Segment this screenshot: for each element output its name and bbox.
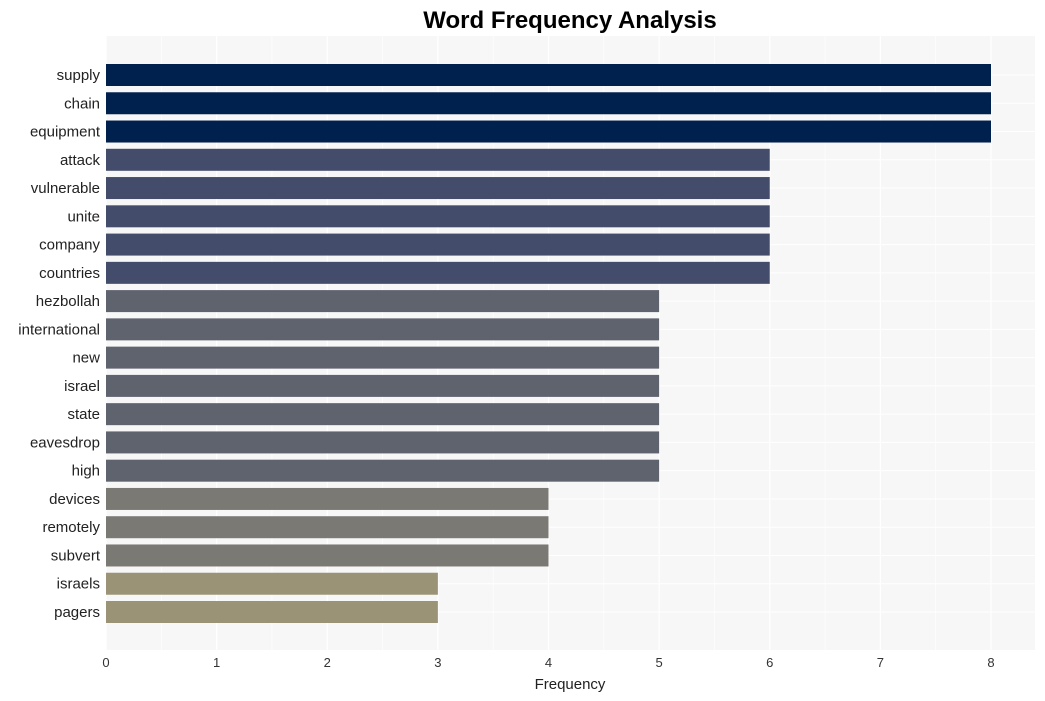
x-tick-labels: 0 1 2 3 4 5 6 7 8	[102, 655, 994, 670]
bar-supply	[106, 64, 991, 86]
bar-high	[106, 459, 660, 482]
x-tick-label: 1	[213, 655, 220, 670]
x-tick-label: 0	[102, 655, 109, 670]
bar-unite	[106, 205, 770, 228]
bar-new	[106, 346, 660, 369]
bar-countries	[106, 261, 770, 284]
x-tick-label: 8	[987, 655, 994, 670]
y-tick-label: company	[39, 237, 100, 254]
y-tick-label: state	[67, 406, 100, 423]
x-tick-label: 5	[656, 655, 663, 670]
bar-vulnerable	[106, 177, 770, 200]
y-tick-label: vulnerable	[31, 180, 100, 197]
bar-company	[106, 233, 770, 256]
x-tick-label: 2	[324, 655, 331, 670]
bar-hezbollah	[106, 290, 660, 313]
x-tick-label: 3	[434, 655, 441, 670]
bar-remotely	[106, 516, 549, 539]
y-tick-label: equipment	[30, 124, 101, 141]
bar-pagers	[106, 601, 438, 623]
y-tick-label: pagers	[54, 604, 100, 621]
bar-attack	[106, 148, 770, 171]
y-tick-label: hezbollah	[36, 293, 100, 310]
y-tick-label: subvert	[51, 547, 101, 564]
chart-title: Word Frequency Analysis	[423, 7, 716, 34]
bar-international	[106, 318, 660, 341]
y-tick-label: devices	[49, 491, 100, 508]
x-tick-label: 6	[766, 655, 773, 670]
x-tick-label: 7	[877, 655, 884, 670]
bar-israel	[106, 374, 660, 397]
y-tick-label: attack	[60, 152, 101, 169]
bar-israels	[106, 572, 438, 595]
bar-equipment	[106, 120, 991, 143]
bar-chain	[106, 92, 991, 115]
y-tick-label: israel	[64, 378, 100, 395]
y-tick-label: eavesdrop	[30, 434, 100, 451]
y-tick-label: unite	[67, 208, 100, 225]
x-tick-label: 4	[545, 655, 552, 670]
y-tick-label: high	[72, 463, 100, 480]
bar-devices	[106, 487, 549, 510]
x-axis-label: Frequency	[535, 676, 606, 693]
bar-eavesdrop	[106, 431, 660, 454]
y-tick-label: international	[18, 321, 100, 338]
y-tick-label: israels	[57, 576, 100, 593]
y-tick-label: supply	[57, 67, 101, 84]
y-tick-label: remotely	[42, 519, 100, 536]
y-tick-label: chain	[64, 95, 100, 112]
y-tick-label: countries	[39, 265, 100, 282]
bar-subvert	[106, 544, 549, 567]
bar-state	[106, 403, 660, 426]
bar-chart: supply chain equipment attack vulnerable unit…	[18, 7, 1035, 693]
y-tick-label: new	[72, 350, 100, 367]
y-tick-labels: supply chain equipment attack vulnerable unit…	[18, 67, 101, 621]
